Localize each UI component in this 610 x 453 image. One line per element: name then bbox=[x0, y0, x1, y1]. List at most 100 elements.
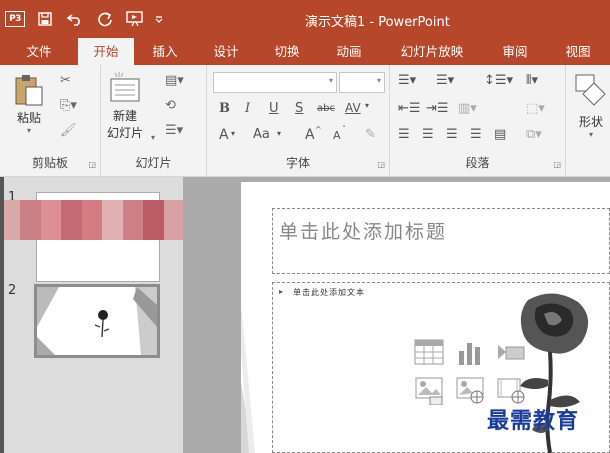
paste-dropdown-icon[interactable]: ▾ bbox=[27, 126, 31, 135]
slide-number-2: 2 bbox=[8, 283, 17, 298]
bold-button[interactable]: B bbox=[219, 101, 230, 116]
shrink-font-button[interactable]: A bbox=[333, 129, 341, 142]
chevron-down-icon: ▾ bbox=[376, 76, 381, 85]
bullets-icon[interactable]: ☰▾ bbox=[398, 73, 416, 88]
clipboard-group-label: 剪贴板 bbox=[31, 156, 68, 170]
align-text-icon[interactable]: ⬚▾ bbox=[526, 101, 545, 116]
app-logo-icon: P3 bbox=[0, 0, 30, 38]
new-slide-label-2: 幻灯片 bbox=[107, 126, 144, 140]
shapes-icon bbox=[575, 74, 606, 106]
slides-group-label: 幻灯片 bbox=[135, 156, 172, 170]
window-left-edge bbox=[0, 177, 4, 453]
paragraph-launcher-icon[interactable]: ◲ bbox=[553, 160, 561, 169]
content-placeholder-text: 单击此处添加文本 bbox=[293, 288, 365, 297]
align-left-icon[interactable]: ☰ bbox=[398, 127, 410, 142]
tab-view[interactable]: 视图 bbox=[546, 38, 610, 65]
slides-group: 新建 幻灯片 ▾ ▤▾ ⟲ ☰▾ 幻灯片 bbox=[101, 65, 207, 177]
font-color-button[interactable]: A bbox=[219, 127, 229, 143]
text-direction-icon[interactable]: ⫴▾ bbox=[526, 73, 538, 88]
redo-icon[interactable] bbox=[90, 0, 120, 38]
chevron-down-icon[interactable]: ▾ bbox=[231, 129, 235, 138]
reset-icon[interactable]: ⟲ bbox=[165, 98, 176, 113]
insert-online-picture-icon[interactable] bbox=[455, 375, 485, 405]
font-group-label: 字体 bbox=[285, 156, 310, 170]
smartart-icon[interactable]: ⧉▾ bbox=[526, 127, 542, 142]
shapes-dropdown-icon[interactable]: ▾ bbox=[589, 130, 593, 139]
numbering-icon[interactable]: ☰▾ bbox=[436, 73, 454, 88]
slide-thumbnail-2[interactable] bbox=[34, 284, 160, 358]
line-spacing-icon[interactable]: ↕☰▾ bbox=[484, 73, 513, 88]
new-slide-label-1: 新建 bbox=[113, 109, 138, 123]
customize-qat-icon[interactable] bbox=[150, 0, 168, 38]
window-title: 演示文稿1 - PowerPoint bbox=[305, 15, 450, 30]
font-launcher-icon[interactable]: ◲ bbox=[377, 160, 385, 169]
strikethrough-button[interactable]: abc bbox=[317, 103, 335, 114]
tab-animations[interactable]: 动画 bbox=[318, 38, 380, 65]
title-placeholder-text: 单击此处添加标题 bbox=[279, 221, 448, 243]
app-badge: P3 bbox=[5, 11, 25, 27]
title-bar: P3 演示文稿1 - PowerPoint bbox=[0, 0, 610, 38]
paste-button[interactable]: 粘贴 ▾ bbox=[14, 73, 44, 135]
insert-table-icon[interactable] bbox=[414, 337, 444, 367]
change-case-button[interactable]: Aa bbox=[253, 127, 270, 142]
tab-home[interactable]: 开始 bbox=[78, 38, 134, 65]
watermark-text: 最需教育 bbox=[487, 408, 580, 434]
align-center-icon[interactable]: ☰ bbox=[422, 127, 434, 142]
distributed-icon[interactable]: ▤ bbox=[494, 127, 506, 142]
paste-icon bbox=[15, 75, 43, 106]
save-icon[interactable] bbox=[30, 0, 60, 38]
ribbon: 粘贴 ▾ ✂ ⎘▾ 🖌 剪贴板 ◲ 新建 幻灯片 ▾ ▤▾ ⟲ ☰▾ 幻灯片 ▾… bbox=[0, 65, 610, 177]
tab-file[interactable]: 文件 bbox=[0, 38, 78, 65]
new-slide-button[interactable]: 新建 幻灯片 bbox=[107, 71, 143, 141]
clipboard-launcher-icon[interactable]: ◲ bbox=[88, 160, 96, 169]
decrease-indent-icon[interactable]: ⇤☰ bbox=[398, 101, 421, 116]
tab-transitions[interactable]: 切换 bbox=[256, 38, 318, 65]
layout-icon[interactable]: ▤▾ bbox=[165, 73, 184, 88]
drawing-group: 形状 ▾ bbox=[566, 65, 610, 177]
shapes-button[interactable]: 形状 ▾ bbox=[574, 73, 608, 139]
align-right-icon[interactable]: ☰ bbox=[446, 127, 458, 142]
clipboard-group: 粘贴 ▾ ✂ ⎘▾ 🖌 剪贴板 ◲ bbox=[0, 65, 101, 177]
insert-chart-icon[interactable] bbox=[455, 337, 485, 367]
shapes-label: 形状 bbox=[578, 115, 603, 129]
bullet-icon: ▸ bbox=[279, 287, 284, 296]
tab-slideshow[interactable]: 幻灯片放映 bbox=[380, 38, 484, 65]
increase-indent-icon[interactable]: ⇥☰ bbox=[426, 101, 449, 116]
chevron-down-icon[interactable]: ▾ bbox=[277, 129, 281, 138]
shrink-font-caret-icon: ˇ bbox=[342, 125, 346, 134]
grow-font-button[interactable]: A bbox=[305, 127, 315, 143]
shadow-button[interactable]: S bbox=[295, 101, 303, 116]
chevron-down-icon[interactable]: ▾ bbox=[365, 101, 369, 110]
undo-icon[interactable] bbox=[60, 0, 90, 38]
chevron-down-icon: ▾ bbox=[328, 76, 333, 85]
rose-thumbnail-image bbox=[37, 287, 157, 355]
tab-review[interactable]: 审阅 bbox=[484, 38, 546, 65]
justify-icon[interactable]: ☰ bbox=[470, 127, 482, 142]
insert-picture-icon[interactable] bbox=[414, 375, 444, 405]
tab-insert[interactable]: 插入 bbox=[134, 38, 196, 65]
quick-access-toolbar: P3 bbox=[0, 0, 168, 38]
underline-button[interactable]: U bbox=[269, 101, 279, 116]
new-slide-icon bbox=[110, 72, 140, 102]
copy-icon[interactable]: ⎘▾ bbox=[60, 98, 77, 113]
font-size-dropdown[interactable]: ▾ bbox=[339, 72, 385, 93]
character-spacing-button[interactable]: AV bbox=[345, 101, 361, 115]
font-name-dropdown[interactable]: ▾ bbox=[213, 72, 337, 93]
title-placeholder[interactable]: 单击此处添加标题 bbox=[272, 208, 610, 274]
cut-icon[interactable]: ✂ bbox=[60, 73, 71, 88]
new-slide-dropdown-icon[interactable]: ▾ bbox=[151, 133, 155, 142]
tab-design[interactable]: 设计 bbox=[196, 38, 256, 65]
grow-font-caret-icon: ^ bbox=[315, 125, 322, 134]
section-icon[interactable]: ☰▾ bbox=[165, 123, 183, 138]
paragraph-group-label: 段落 bbox=[465, 156, 490, 170]
blurred-region bbox=[0, 200, 184, 240]
columns-icon[interactable]: ▥▾ bbox=[458, 101, 477, 116]
slideshow-from-start-icon[interactable] bbox=[120, 0, 150, 38]
paste-label: 粘贴 bbox=[16, 111, 41, 125]
paragraph-group: ☰▾ ☰▾ ↕☰▾ ⫴▾ ⇤☰ ⇥☰ ▥▾ ⬚▾ ☰ ☰ ☰ ☰ ▤ ⧉▾ 段落… bbox=[390, 65, 566, 177]
clear-formatting-icon[interactable]: ✎ bbox=[365, 127, 376, 142]
format-painter-icon[interactable]: 🖌 bbox=[60, 123, 77, 138]
italic-button[interactable]: I bbox=[245, 101, 250, 116]
font-group: ▾ ▾ B I U S abc AV ▾ A ▾ Aa ▾ A ^ A ˇ ✎ … bbox=[207, 65, 390, 177]
ribbon-tabs: 文件 开始 插入 设计 切换 动画 幻灯片放映 审阅 视图 bbox=[0, 38, 610, 65]
